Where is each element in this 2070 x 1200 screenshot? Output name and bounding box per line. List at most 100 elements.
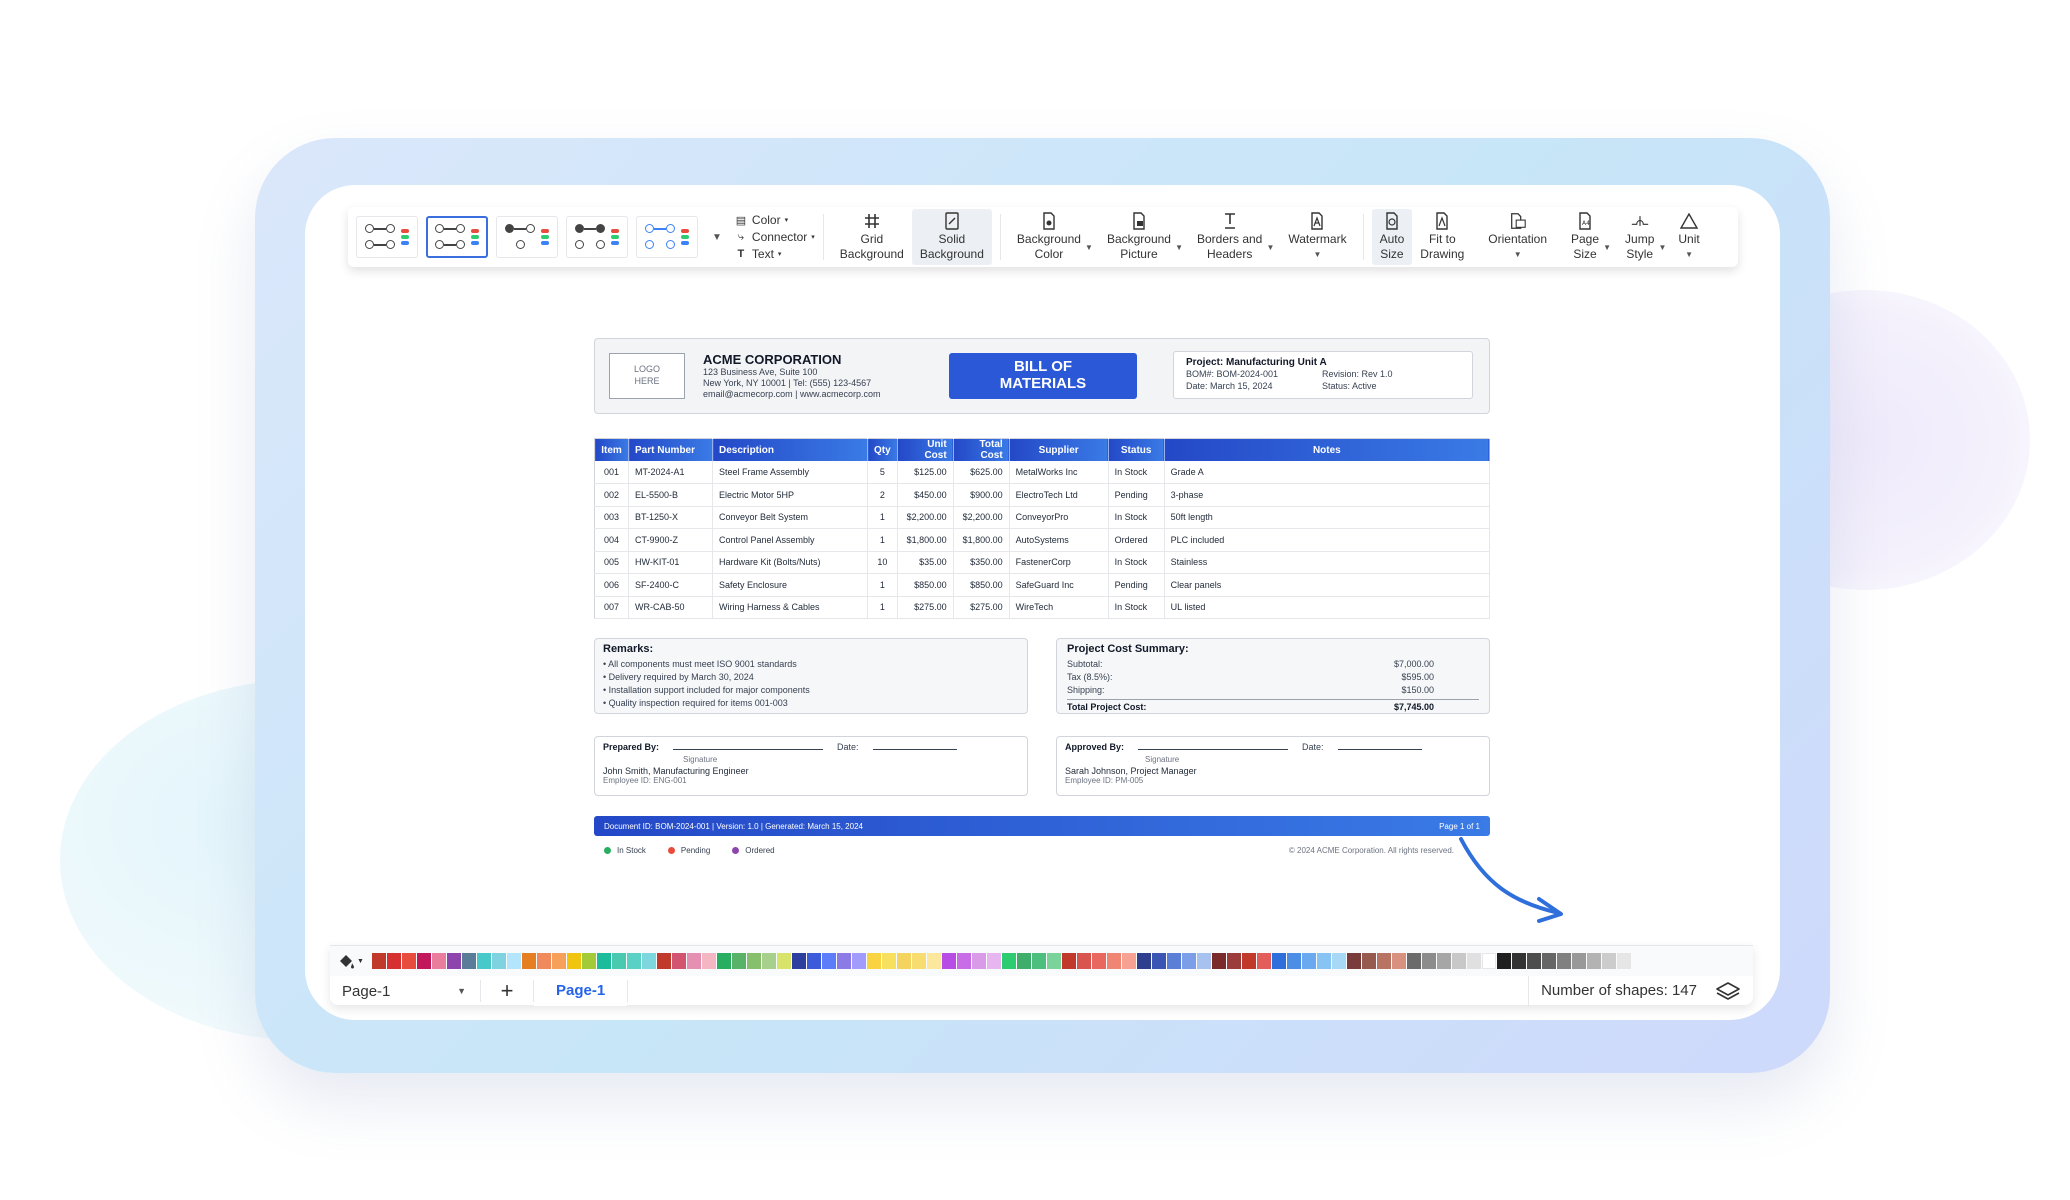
background-picture-button[interactable]: Background Picture ▼ bbox=[1099, 209, 1183, 265]
color-swatch[interactable] bbox=[1047, 953, 1061, 969]
color-swatch[interactable] bbox=[1512, 953, 1526, 969]
color-swatch[interactable] bbox=[1392, 953, 1406, 969]
column-header[interactable]: Notes bbox=[1164, 438, 1491, 461]
color-option[interactable]: ▤ Color ▾ bbox=[734, 213, 815, 227]
color-swatch[interactable] bbox=[1302, 953, 1316, 969]
color-swatch[interactable] bbox=[1197, 953, 1211, 969]
remarks-panel[interactable]: Remarks: • All components must meet ISO … bbox=[594, 638, 1028, 714]
table-row[interactable]: 007 WR-CAB-50 Wiring Harness & Cables 1 $275… bbox=[594, 596, 1491, 619]
column-header[interactable]: Part Number bbox=[628, 438, 713, 461]
column-header[interactable]: Status bbox=[1108, 438, 1165, 461]
table-row[interactable]: 002 EL-5500-B Electric Motor 5HP 2 $450.00 $9… bbox=[594, 483, 1491, 507]
color-swatch[interactable] bbox=[402, 953, 416, 969]
background-color-button[interactable]: Background Color ▼ bbox=[1009, 209, 1093, 265]
color-swatch[interactable] bbox=[477, 953, 491, 969]
color-swatch[interactable] bbox=[1557, 953, 1571, 969]
table-row[interactable]: 005 HW-KIT-01 Hardware Kit (Bolts/Nuts) 10 $… bbox=[594, 551, 1491, 574]
table-row[interactable]: 001 MT-2024-A1 Steel Frame Assembly 5 $125.0… bbox=[594, 461, 1491, 484]
color-swatch[interactable] bbox=[1347, 953, 1361, 969]
color-swatch[interactable] bbox=[897, 953, 911, 969]
table-row[interactable]: 006 SF-2400-C Safety Enclosure 1 $850.00 $850… bbox=[594, 573, 1491, 597]
color-swatch[interactable] bbox=[987, 953, 1001, 969]
color-swatch[interactable] bbox=[1017, 953, 1031, 969]
jump-style-button[interactable]: Jump Style ▼ bbox=[1617, 209, 1666, 265]
color-swatch[interactable] bbox=[1062, 953, 1076, 969]
color-swatch[interactable] bbox=[372, 953, 386, 969]
color-swatch[interactable] bbox=[1332, 953, 1346, 969]
color-swatch[interactable] bbox=[1032, 953, 1046, 969]
bom-table[interactable]: Item Part Number Description Qty Unit Cost To… bbox=[594, 438, 1491, 619]
color-swatch[interactable] bbox=[822, 953, 836, 969]
unit-button[interactable]: Unit ▼ bbox=[1670, 209, 1707, 265]
color-swatch[interactable] bbox=[672, 953, 686, 969]
auto-size-button[interactable]: Auto Size bbox=[1371, 209, 1413, 265]
column-header[interactable]: Description bbox=[712, 438, 868, 461]
layout-option-2[interactable] bbox=[426, 216, 488, 258]
tab-page-1[interactable]: Page-1 bbox=[534, 976, 628, 1006]
color-swatch[interactable] bbox=[432, 953, 446, 969]
color-swatch[interactable] bbox=[537, 953, 551, 969]
color-swatch[interactable] bbox=[687, 953, 701, 969]
color-swatch[interactable] bbox=[627, 953, 641, 969]
column-header[interactable]: Unit Cost bbox=[897, 438, 954, 461]
color-swatch[interactable] bbox=[597, 953, 611, 969]
borders-and-headers-button[interactable]: Borders and Headers ▼ bbox=[1189, 209, 1274, 265]
cost-summary-panel[interactable]: Project Cost Summary: Subtotal: $7,000.00… bbox=[1056, 638, 1490, 714]
color-swatch[interactable] bbox=[1452, 953, 1466, 969]
color-swatch[interactable] bbox=[1167, 953, 1181, 969]
expand-layouts-icon[interactable]: ▼ bbox=[712, 232, 722, 243]
grid-background-button[interactable]: Grid Background bbox=[832, 209, 912, 265]
prepared-by-panel[interactable]: Prepared By: Date: Signature John Smith, … bbox=[594, 736, 1028, 796]
color-swatch[interactable] bbox=[912, 953, 926, 969]
color-swatch[interactable] bbox=[1317, 953, 1331, 969]
column-header[interactable]: Qty bbox=[867, 438, 898, 461]
color-swatch[interactable] bbox=[702, 953, 716, 969]
orientation-button[interactable]: Orientation ▼ bbox=[1480, 209, 1555, 265]
color-swatch[interactable] bbox=[747, 953, 761, 969]
color-swatch[interactable] bbox=[792, 953, 806, 969]
column-header[interactable]: Item bbox=[594, 438, 629, 461]
color-swatch[interactable] bbox=[1407, 953, 1421, 969]
color-swatch[interactable] bbox=[1002, 953, 1016, 969]
color-swatch[interactable] bbox=[762, 953, 776, 969]
fill-color-button[interactable]: ▼ bbox=[338, 953, 366, 969]
document-footer[interactable]: Document ID: BOM-2024-001 | Version: 1.0… bbox=[594, 816, 1490, 836]
color-swatch[interactable] bbox=[507, 953, 521, 969]
color-swatch[interactable] bbox=[1272, 953, 1286, 969]
color-swatch[interactable] bbox=[612, 953, 626, 969]
table-row[interactable]: 003 BT-1250-X Conveyor Belt System 1 $2,200.… bbox=[594, 506, 1491, 529]
color-swatch[interactable] bbox=[1362, 953, 1376, 969]
color-swatch[interactable] bbox=[1122, 953, 1136, 969]
color-swatch[interactable] bbox=[1377, 953, 1391, 969]
color-swatch[interactable] bbox=[387, 953, 401, 969]
add-page-button[interactable]: + bbox=[481, 978, 533, 1004]
color-swatch[interactable] bbox=[657, 953, 671, 969]
color-swatch[interactable] bbox=[1437, 953, 1451, 969]
color-swatch[interactable] bbox=[852, 953, 866, 969]
color-swatch[interactable] bbox=[552, 953, 566, 969]
color-swatch[interactable] bbox=[717, 953, 731, 969]
color-swatch[interactable] bbox=[1107, 953, 1121, 969]
watermark-button[interactable]: Watermark ▼ bbox=[1280, 209, 1354, 265]
page-size-button[interactable]: A4 Page Size ▼ bbox=[1563, 209, 1611, 265]
color-swatch[interactable] bbox=[522, 953, 536, 969]
color-swatch[interactable] bbox=[942, 953, 956, 969]
layout-option-4[interactable] bbox=[566, 216, 628, 258]
layout-option-1[interactable] bbox=[356, 216, 418, 258]
layout-option-5[interactable] bbox=[636, 216, 698, 258]
color-swatch[interactable] bbox=[1527, 953, 1541, 969]
page-selector[interactable]: Page-1 ▼ bbox=[330, 983, 480, 1000]
color-swatch[interactable] bbox=[492, 953, 506, 969]
connector-option[interactable]: ⤷ Connector ▾ bbox=[734, 230, 815, 244]
approved-by-panel[interactable]: Approved By: Date: Signature Sarah Johnso… bbox=[1056, 736, 1490, 796]
layers-icon[interactable] bbox=[1715, 981, 1741, 1001]
solid-background-button[interactable]: Solid Background bbox=[911, 209, 992, 265]
color-swatch[interactable] bbox=[957, 953, 971, 969]
color-swatch[interactable] bbox=[837, 953, 851, 969]
color-swatch[interactable] bbox=[1077, 953, 1091, 969]
color-swatch[interactable] bbox=[1587, 953, 1601, 969]
color-swatch[interactable] bbox=[732, 953, 746, 969]
color-swatch[interactable] bbox=[927, 953, 941, 969]
color-swatch[interactable] bbox=[882, 953, 896, 969]
color-swatch[interactable] bbox=[1602, 953, 1616, 969]
